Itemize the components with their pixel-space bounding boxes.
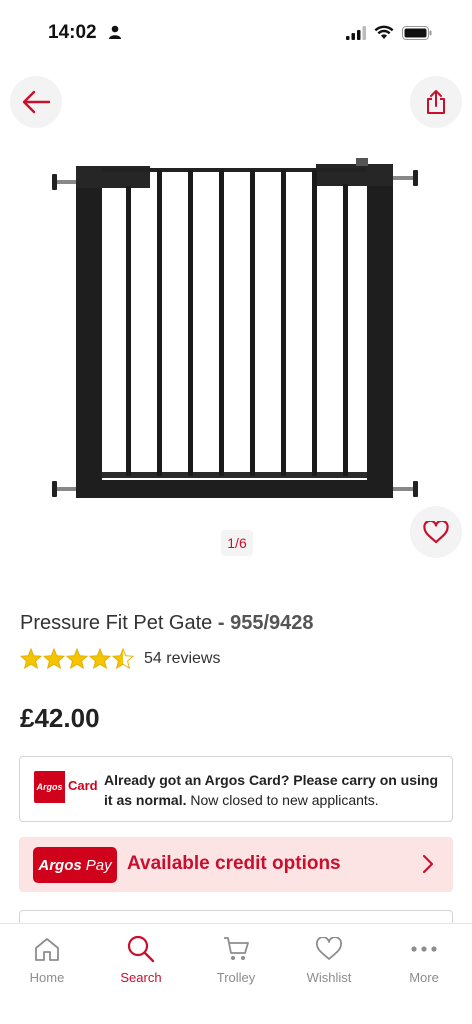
- argos-pay-logo-pay: Pay: [85, 856, 112, 874]
- credit-options-label: Available credit options: [127, 853, 341, 874]
- tab-more-label: More: [409, 970, 439, 985]
- bottom-tab-bar: Home Search Trolley Wishlist More: [0, 923, 472, 1024]
- arrow-left-icon: [22, 90, 51, 114]
- tab-wishlist[interactable]: Wishlist: [289, 932, 369, 985]
- star-icon: [20, 648, 42, 669]
- share-icon: [427, 90, 445, 114]
- product-rating[interactable]: 54 reviews: [20, 648, 220, 669]
- cellular-signal-icon: [346, 25, 366, 45]
- product-name: Pressure Fit Pet Gate: [20, 612, 213, 634]
- product-title: Pressure Fit Pet Gate - 955/9428: [20, 612, 314, 635]
- status-bar: 14:02: [0, 0, 472, 70]
- chevron-right-icon: [421, 853, 435, 880]
- home-icon: [35, 938, 59, 961]
- argos-pay-logo-text: Argos: [38, 856, 82, 874]
- trolley-icon: [224, 937, 249, 960]
- add-to-wishlist-button[interactable]: [410, 506, 462, 558]
- tab-wishlist-label: Wishlist: [306, 970, 352, 985]
- product-sku: 955/9428: [230, 612, 314, 634]
- argos-card-notice: Argos Card Already got an Argos Card? Pl…: [19, 756, 453, 822]
- heart-outline-icon: [316, 937, 342, 960]
- argos-pay-logo: Argos Pay: [33, 847, 117, 883]
- tab-more[interactable]: More: [384, 932, 464, 985]
- tab-search-label: Search: [120, 970, 162, 985]
- product-price: £42.00: [20, 703, 100, 733]
- more-dots-icon: [411, 946, 437, 952]
- star-icon: [89, 648, 111, 669]
- star-icon: [43, 648, 65, 669]
- argos-card-text: Already got an Argos Card? Please carry …: [104, 770, 446, 810]
- pet-gate-image: [52, 158, 418, 498]
- argos-card-normal-text: Now closed to new applicants.: [186, 792, 379, 808]
- product-image-gallery[interactable]: [0, 140, 472, 520]
- reviews-count-link[interactable]: 54 reviews: [144, 650, 220, 668]
- search-icon: [127, 935, 155, 963]
- argos-card-logo-badge: Argos: [34, 771, 65, 803]
- person-icon: [108, 25, 122, 44]
- tab-search[interactable]: Search: [101, 932, 181, 985]
- argos-pay-credit-options[interactable]: Argos Pay Available credit options: [19, 837, 453, 892]
- wifi-icon: [374, 25, 394, 45]
- tab-home-label: Home: [29, 970, 65, 985]
- half-star-icon: [112, 648, 134, 669]
- image-pager: 1/6: [221, 530, 253, 556]
- status-time: 14:02: [48, 22, 97, 43]
- heart-icon: [423, 520, 449, 543]
- tab-home[interactable]: Home: [7, 932, 87, 985]
- tab-trolley[interactable]: Trolley: [196, 932, 276, 985]
- title-separator: -: [212, 612, 231, 634]
- argos-card-logo-word: Card: [68, 778, 98, 793]
- star-rating: [20, 648, 134, 669]
- star-icon: [66, 648, 88, 669]
- back-button[interactable]: [10, 76, 62, 128]
- argos-card-logo: Argos Card: [34, 771, 98, 803]
- battery-icon: [402, 25, 432, 45]
- tab-trolley-label: Trolley: [216, 970, 256, 985]
- share-button[interactable]: [410, 76, 462, 128]
